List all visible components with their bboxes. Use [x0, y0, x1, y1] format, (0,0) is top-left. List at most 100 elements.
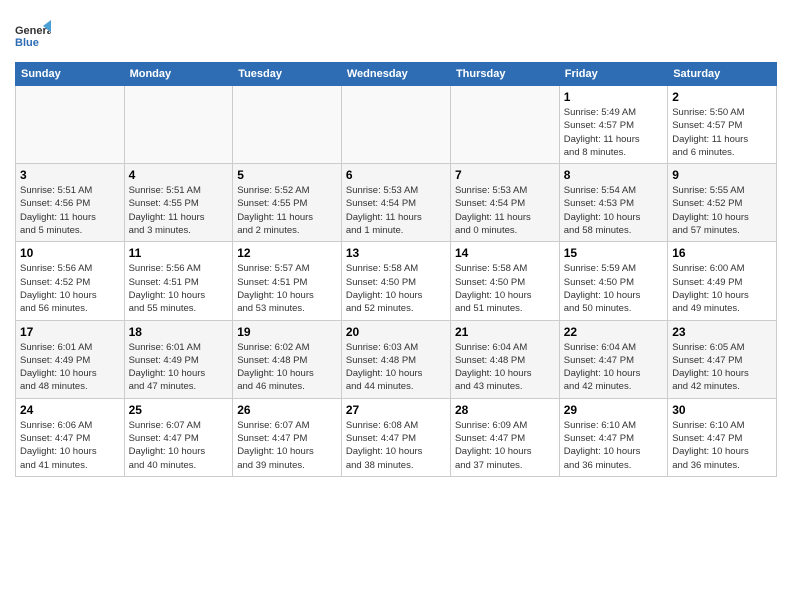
- logo: General Blue: [15, 18, 55, 54]
- weekday-header-saturday: Saturday: [668, 63, 777, 86]
- calendar-cell: 11 Sunrise: 5:56 AMSunset: 4:51 PMDayligh…: [124, 242, 233, 320]
- calendar-cell: 16 Sunrise: 6:00 AMSunset: 4:49 PMDayligh…: [668, 242, 777, 320]
- calendar-cell: 22 Sunrise: 6:04 AMSunset: 4:47 PMDayligh…: [559, 320, 667, 398]
- calendar-cell: 23Sunrise: 6:05 AMSunset: 4:47 PMDayligh…: [668, 320, 777, 398]
- day-number: 10: [20, 246, 120, 260]
- day-number: 18: [129, 325, 229, 339]
- logo-icon: General Blue: [15, 18, 51, 54]
- day-info: Sunrise: 6:03 AMSunset: 4:48 PMDaylight:…: [346, 341, 446, 394]
- day-number: 29: [564, 403, 663, 417]
- day-number: 28: [455, 403, 555, 417]
- day-info: Sunrise: 5:49 AMSunset: 4:57 PMDaylight:…: [564, 106, 663, 159]
- day-number: 22: [564, 325, 663, 339]
- weekday-header-row: SundayMondayTuesdayWednesdayThursdayFrid…: [16, 63, 777, 86]
- day-number: 21: [455, 325, 555, 339]
- day-number: 5: [237, 168, 337, 182]
- calendar-cell: 3 Sunrise: 5:51 AMSunset: 4:56 PMDaylight…: [16, 164, 125, 242]
- weekday-header-monday: Monday: [124, 63, 233, 86]
- day-info: Sunrise: 5:51 AMSunset: 4:56 PMDaylight:…: [20, 184, 120, 237]
- weekday-header-sunday: Sunday: [16, 63, 125, 86]
- day-number: 6: [346, 168, 446, 182]
- day-number: 1: [564, 90, 663, 104]
- calendar-cell: [450, 86, 559, 164]
- calendar-cell: 9 Sunrise: 5:55 AMSunset: 4:52 PMDaylight…: [668, 164, 777, 242]
- calendar-cell: 13 Sunrise: 5:58 AMSunset: 4:50 PMDayligh…: [341, 242, 450, 320]
- day-info: Sunrise: 5:58 AMSunset: 4:50 PMDaylight:…: [455, 262, 555, 315]
- calendar-week-row: 1 Sunrise: 5:49 AMSunset: 4:57 PMDaylight…: [16, 86, 777, 164]
- calendar-cell: 28 Sunrise: 6:09 AMSunset: 4:47 PMDayligh…: [450, 398, 559, 476]
- day-number: 23: [672, 325, 772, 339]
- day-number: 7: [455, 168, 555, 182]
- day-info: Sunrise: 6:04 AMSunset: 4:48 PMDaylight:…: [455, 341, 555, 394]
- calendar-cell: 29 Sunrise: 6:10 AMSunset: 4:47 PMDayligh…: [559, 398, 667, 476]
- calendar-cell: 18 Sunrise: 6:01 AMSunset: 4:49 PMDayligh…: [124, 320, 233, 398]
- day-info: Sunrise: 6:02 AMSunset: 4:48 PMDaylight:…: [237, 341, 337, 394]
- day-info: Sunrise: 6:08 AMSunset: 4:47 PMDaylight:…: [346, 419, 446, 472]
- day-info: Sunrise: 5:55 AMSunset: 4:52 PMDaylight:…: [672, 184, 772, 237]
- day-info: Sunrise: 5:57 AMSunset: 4:51 PMDaylight:…: [237, 262, 337, 315]
- calendar-cell: 26Sunrise: 6:07 AMSunset: 4:47 PMDayligh…: [233, 398, 342, 476]
- calendar-cell: 15Sunrise: 5:59 AMSunset: 4:50 PMDayligh…: [559, 242, 667, 320]
- calendar-cell: 4 Sunrise: 5:51 AMSunset: 4:55 PMDaylight…: [124, 164, 233, 242]
- day-number: 25: [129, 403, 229, 417]
- calendar-cell: 25 Sunrise: 6:07 AMSunset: 4:47 PMDayligh…: [124, 398, 233, 476]
- calendar-cell: 19 Sunrise: 6:02 AMSunset: 4:48 PMDayligh…: [233, 320, 342, 398]
- day-info: Sunrise: 6:07 AMSunset: 4:47 PMDaylight:…: [129, 419, 229, 472]
- calendar-cell: 7 Sunrise: 5:53 AMSunset: 4:54 PMDaylight…: [450, 164, 559, 242]
- day-number: 12: [237, 246, 337, 260]
- calendar-cell: 24 Sunrise: 6:06 AMSunset: 4:47 PMDayligh…: [16, 398, 125, 476]
- day-number: 19: [237, 325, 337, 339]
- day-info: Sunrise: 5:50 AMSunset: 4:57 PMDaylight:…: [672, 106, 772, 159]
- calendar-cell: 8Sunrise: 5:54 AMSunset: 4:53 PMDaylight…: [559, 164, 667, 242]
- day-info: Sunrise: 5:56 AMSunset: 4:51 PMDaylight:…: [129, 262, 229, 315]
- day-number: 2: [672, 90, 772, 104]
- calendar-cell: [124, 86, 233, 164]
- day-info: Sunrise: 6:01 AMSunset: 4:49 PMDaylight:…: [20, 341, 120, 394]
- calendar-cell: [16, 86, 125, 164]
- calendar-cell: 21 Sunrise: 6:04 AMSunset: 4:48 PMDayligh…: [450, 320, 559, 398]
- calendar-cell: 14 Sunrise: 5:58 AMSunset: 4:50 PMDayligh…: [450, 242, 559, 320]
- day-info: Sunrise: 5:53 AMSunset: 4:54 PMDaylight:…: [346, 184, 446, 237]
- day-info: Sunrise: 6:06 AMSunset: 4:47 PMDaylight:…: [20, 419, 120, 472]
- calendar-cell: [233, 86, 342, 164]
- day-number: 30: [672, 403, 772, 417]
- day-info: Sunrise: 6:10 AMSunset: 4:47 PMDaylight:…: [672, 419, 772, 472]
- day-info: Sunrise: 6:00 AMSunset: 4:49 PMDaylight:…: [672, 262, 772, 315]
- day-number: 13: [346, 246, 446, 260]
- day-info: Sunrise: 6:04 AMSunset: 4:47 PMDaylight:…: [564, 341, 663, 394]
- calendar-cell: 6 Sunrise: 5:53 AMSunset: 4:54 PMDaylight…: [341, 164, 450, 242]
- day-number: 15: [564, 246, 663, 260]
- page-container: General Blue SundayMondayTuesdayWednesda…: [0, 0, 792, 487]
- day-number: 16: [672, 246, 772, 260]
- day-info: Sunrise: 5:58 AMSunset: 4:50 PMDaylight:…: [346, 262, 446, 315]
- day-number: 27: [346, 403, 446, 417]
- calendar-table: SundayMondayTuesdayWednesdayThursdayFrid…: [15, 62, 777, 477]
- day-number: 20: [346, 325, 446, 339]
- calendar-week-row: 3 Sunrise: 5:51 AMSunset: 4:56 PMDaylight…: [16, 164, 777, 242]
- day-number: 9: [672, 168, 772, 182]
- day-info: Sunrise: 5:51 AMSunset: 4:55 PMDaylight:…: [129, 184, 229, 237]
- calendar-cell: [341, 86, 450, 164]
- calendar-cell: 27 Sunrise: 6:08 AMSunset: 4:47 PMDayligh…: [341, 398, 450, 476]
- calendar-cell: 5 Sunrise: 5:52 AMSunset: 4:55 PMDaylight…: [233, 164, 342, 242]
- svg-text:Blue: Blue: [15, 37, 39, 49]
- day-number: 4: [129, 168, 229, 182]
- day-number: 14: [455, 246, 555, 260]
- day-number: 11: [129, 246, 229, 260]
- day-number: 17: [20, 325, 120, 339]
- calendar-cell: 12 Sunrise: 5:57 AMSunset: 4:51 PMDayligh…: [233, 242, 342, 320]
- weekday-header-wednesday: Wednesday: [341, 63, 450, 86]
- day-info: Sunrise: 5:53 AMSunset: 4:54 PMDaylight:…: [455, 184, 555, 237]
- weekday-header-thursday: Thursday: [450, 63, 559, 86]
- calendar-cell: 20 Sunrise: 6:03 AMSunset: 4:48 PMDayligh…: [341, 320, 450, 398]
- day-info: Sunrise: 6:09 AMSunset: 4:47 PMDaylight:…: [455, 419, 555, 472]
- day-info: Sunrise: 5:56 AMSunset: 4:52 PMDaylight:…: [20, 262, 120, 315]
- day-info: Sunrise: 6:01 AMSunset: 4:49 PMDaylight:…: [129, 341, 229, 394]
- day-number: 3: [20, 168, 120, 182]
- calendar-week-row: 17 Sunrise: 6:01 AMSunset: 4:49 PMDayligh…: [16, 320, 777, 398]
- day-info: Sunrise: 6:10 AMSunset: 4:47 PMDaylight:…: [564, 419, 663, 472]
- day-info: Sunrise: 5:52 AMSunset: 4:55 PMDaylight:…: [237, 184, 337, 237]
- calendar-cell: 17 Sunrise: 6:01 AMSunset: 4:49 PMDayligh…: [16, 320, 125, 398]
- calendar-cell: 1 Sunrise: 5:49 AMSunset: 4:57 PMDaylight…: [559, 86, 667, 164]
- day-number: 24: [20, 403, 120, 417]
